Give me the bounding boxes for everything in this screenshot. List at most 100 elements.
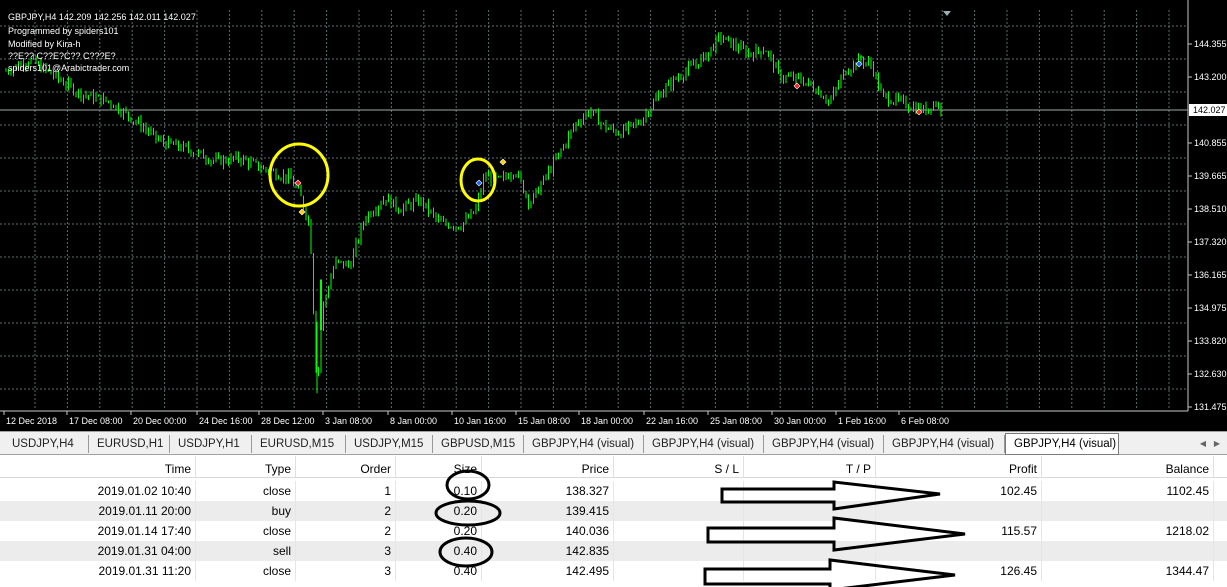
cell-order: 3 (296, 561, 396, 581)
price-chart[interactable]: 144.355 143.200 140.855 139.665 138.510 137.3… (0, 0, 1227, 431)
price-label: 143.200 (1194, 72, 1227, 82)
cell-balance (1042, 501, 1214, 521)
time-label: 6 Feb 08:00 (901, 416, 949, 426)
cell-price: 139.415 (482, 501, 614, 521)
cell-time: 2019.01.31 04:00 (0, 541, 196, 561)
cell-tp (744, 481, 876, 501)
chart-modifier-line: Modified by Kira-h (8, 39, 81, 49)
cell-balance: 1344.47 (1042, 561, 1214, 581)
cell-profit: 102.45 (876, 481, 1042, 501)
buy-arrow-icon (475, 179, 483, 187)
tab-chart-11[interactable]: GBPJPY,H4 (visual) (1005, 433, 1119, 455)
chart-tabs-bar: USDJPY,H4 EURUSD,H1 USDJPY,H1 EURUSD,M15 USD… (0, 431, 1227, 455)
cell-balance: 1102.45 (1042, 481, 1214, 501)
cell-price: 138.327 (482, 481, 614, 501)
cell-type: sell (196, 541, 296, 561)
table-row[interactable]: 2019.01.31 04:00 sell 3 0.40 142.835 (0, 541, 1227, 561)
tab-scroll-left-icon[interactable]: ◀ (1198, 437, 1208, 451)
table-row[interactable]: 2019.01.31 11:20 close 3 0.40 142.495 126.45 1… (0, 561, 1227, 581)
tab-chart-6[interactable]: GBPUSD,M15 (433, 435, 524, 453)
table-header: Time Type Order Size Price S / L T / P P… (0, 456, 1227, 478)
tab-chart-10[interactable]: GBPJPY,H4 (visual) (884, 435, 1005, 453)
chart-symbol-ohlc: GBPJPY,H4 142.209 142.256 142.011 142.02… (8, 12, 196, 22)
cell-balance (1042, 541, 1214, 561)
time-label: 25 Jan 08:00 (710, 416, 762, 426)
cell-order: 2 (296, 521, 396, 541)
price-label: 144.355 (1194, 39, 1227, 49)
time-label: 12 Dec 2018 (6, 416, 57, 426)
cell-tp (744, 561, 876, 581)
col-price-header[interactable]: Price (482, 456, 614, 478)
sell-arrow-icon (793, 82, 801, 90)
cell-time: 2019.01.31 11:20 (0, 561, 196, 581)
time-label: 28 Dec 12:00 (261, 416, 315, 426)
time-label: 1 Feb 16:00 (838, 416, 886, 426)
tab-chart-5[interactable]: USDJPY,M15 (346, 435, 433, 453)
col-profit-header[interactable]: Profit (876, 456, 1042, 478)
price-label: 133.820 (1194, 336, 1227, 346)
cell-sl (614, 541, 744, 561)
cell-order: 3 (296, 541, 396, 561)
tab-chart-8[interactable]: GBPJPY,H4 (visual) (644, 435, 764, 453)
current-price-label: 142.027 (1193, 105, 1226, 115)
time-label: 22 Jan 16:00 (646, 416, 698, 426)
tab-chart-2[interactable]: EURUSD,H1 (89, 435, 170, 453)
tab-chart-7[interactable]: GBPJPY,H4 (visual) (524, 435, 644, 453)
cell-size: 0.10 (396, 481, 482, 501)
cell-profit: 115.57 (876, 521, 1042, 541)
time-label: 18 Jan 00:00 (581, 416, 633, 426)
cell-price: 140.036 (482, 521, 614, 541)
cell-size: 0.20 (396, 521, 482, 541)
cell-tp (744, 541, 876, 561)
cell-size: 0.20 (396, 501, 482, 521)
col-tp-header[interactable]: T / P (744, 456, 876, 478)
col-balance-header[interactable]: Balance (1042, 456, 1214, 478)
col-type-header[interactable]: Type (196, 456, 296, 478)
cell-balance: 1218.02 (1042, 521, 1214, 541)
col-time-header[interactable]: Time (0, 456, 196, 478)
cell-tp (744, 521, 876, 541)
chart-shift-marker (943, 11, 951, 16)
cell-profit (876, 541, 1042, 561)
tab-chart-4[interactable]: EURUSD,M15 (252, 435, 346, 453)
tab-chart-9[interactable]: GBPJPY,H4 (visual) (764, 435, 884, 453)
chart-canvas[interactable]: 144.355 143.200 140.855 139.665 138.510 137.3… (0, 0, 1227, 431)
highlight-circle (268, 142, 330, 208)
table-row[interactable]: 2019.01.02 10:40 close 1 0.10 138.327 102.45 1… (0, 481, 1227, 501)
price-label: 134.975 (1194, 303, 1227, 313)
price-label: 138.510 (1194, 204, 1227, 214)
tab-chart-1[interactable]: USDJPY,H4 (4, 435, 89, 453)
price-label: 136.165 (1194, 270, 1227, 280)
cell-size: 0.40 (396, 561, 482, 581)
tab-scroll-right-icon[interactable]: ▶ (1212, 437, 1222, 451)
col-sl-header[interactable]: S / L (614, 456, 744, 478)
close-arrow-icon (499, 158, 507, 166)
cell-time: 2019.01.02 10:40 (0, 481, 196, 501)
time-label: 24 Dec 16:00 (199, 416, 253, 426)
cell-price: 142.495 (482, 561, 614, 581)
chart-author-line: Programmed by spiders101 (8, 26, 119, 36)
cell-sl (614, 501, 744, 521)
price-label: 132.630 (1194, 369, 1227, 379)
time-label: 8 Jan 00:00 (390, 416, 437, 426)
cell-time: 2019.01.11 20:00 (0, 501, 196, 521)
time-label: 17 Dec 08:00 (69, 416, 123, 426)
cell-profit: 126.45 (876, 561, 1042, 581)
cell-type: close (196, 561, 296, 581)
cell-time: 2019.01.14 17:40 (0, 521, 196, 541)
time-label: 30 Jan 00:00 (774, 416, 826, 426)
price-label: 140.855 (1194, 138, 1227, 148)
close-arrow-icon (298, 208, 306, 216)
tab-chart-3[interactable]: USDJPY,H1 (170, 435, 252, 453)
table-row[interactable]: 2019.01.11 20:00 buy 2 0.20 139.415 (0, 501, 1227, 521)
cell-sl (614, 481, 744, 501)
cell-type: close (196, 521, 296, 541)
col-size-header[interactable]: Size (396, 456, 482, 478)
chart-garbled-line: ??E?? C??E?C?? C???E? (8, 51, 116, 61)
cell-price: 142.835 (482, 541, 614, 561)
col-order-header[interactable]: Order (296, 456, 396, 478)
cell-sl (614, 521, 744, 541)
cell-type: buy (196, 501, 296, 521)
table-row[interactable]: 2019.01.14 17:40 close 2 0.20 140.036 115.57 1… (0, 521, 1227, 541)
cell-type: close (196, 481, 296, 501)
